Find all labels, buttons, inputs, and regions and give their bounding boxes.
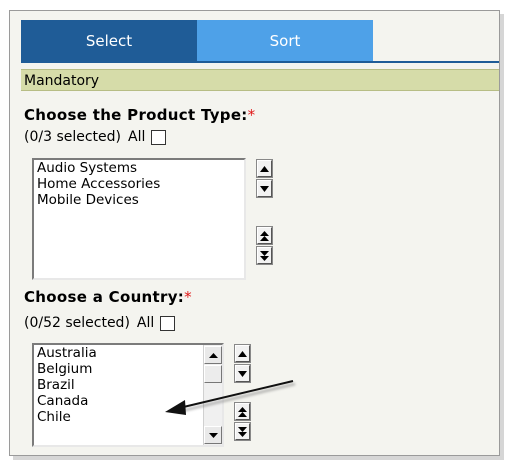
product-type-all-label: All — [128, 129, 146, 145]
section-header-label: Mandatory — [24, 73, 100, 89]
double-triangle-down-icon — [238, 426, 247, 437]
country-all-label: All — [136, 315, 155, 331]
tab-bar: Select Sort — [10, 11, 499, 63]
tab-underline — [21, 61, 499, 63]
move-up-button[interactable] — [256, 159, 273, 178]
country-count: (0/52 selected) — [24, 315, 130, 331]
country-count-line: (0/52 selected) All — [24, 315, 176, 331]
list-item[interactable]: Belgium — [34, 361, 222, 377]
tab-sort[interactable]: Sort — [197, 20, 373, 62]
list-item[interactable]: Home Accessories — [34, 176, 244, 192]
move-up-button[interactable] — [234, 344, 251, 363]
double-triangle-up-icon — [260, 230, 269, 241]
triangle-down-icon — [260, 185, 269, 192]
product-type-heading: Choose the Product Type:* — [24, 106, 255, 124]
move-down-button[interactable] — [256, 179, 273, 198]
tab-select[interactable]: Select — [21, 20, 197, 62]
tab-sort-label: Sort — [269, 32, 301, 50]
scroll-down-icon — [208, 432, 218, 438]
list-item[interactable]: Australia — [34, 345, 222, 361]
product-type-all-checkbox[interactable] — [151, 129, 167, 145]
selection-panel: Select Sort Mandatory Choose the Product… — [9, 10, 500, 456]
scroll-up-icon — [208, 352, 218, 358]
country-heading-text: Choose a Country: — [24, 288, 185, 306]
tab-select-label: Select — [85, 32, 133, 50]
country-heading: Choose a Country:* — [24, 288, 192, 306]
list-item[interactable]: Mobile Devices — [34, 192, 244, 208]
product-type-count: (0/3 selected) — [24, 129, 122, 145]
scroll-down-button[interactable] — [204, 426, 222, 444]
country-all-checkbox[interactable] — [160, 315, 176, 331]
section-header-mandatory: Mandatory — [21, 69, 499, 91]
required-marker: * — [247, 106, 256, 124]
list-item[interactable]: Audio Systems — [34, 160, 244, 176]
scroll-up-button[interactable] — [204, 346, 222, 364]
triangle-up-icon — [260, 165, 269, 172]
product-type-heading-text: Choose the Product Type: — [24, 106, 248, 124]
product-type-count-line: (0/3 selected) All — [24, 129, 167, 145]
triangle-up-icon — [238, 350, 247, 357]
move-top-button[interactable] — [256, 226, 273, 245]
product-type-listbox[interactable]: Audio Systems Home Accessories Mobile De… — [32, 158, 246, 280]
required-marker: * — [184, 288, 192, 306]
annotation-arrow-icon — [165, 380, 296, 415]
move-bottom-button[interactable] — [256, 246, 273, 265]
double-triangle-down-icon — [260, 250, 269, 261]
